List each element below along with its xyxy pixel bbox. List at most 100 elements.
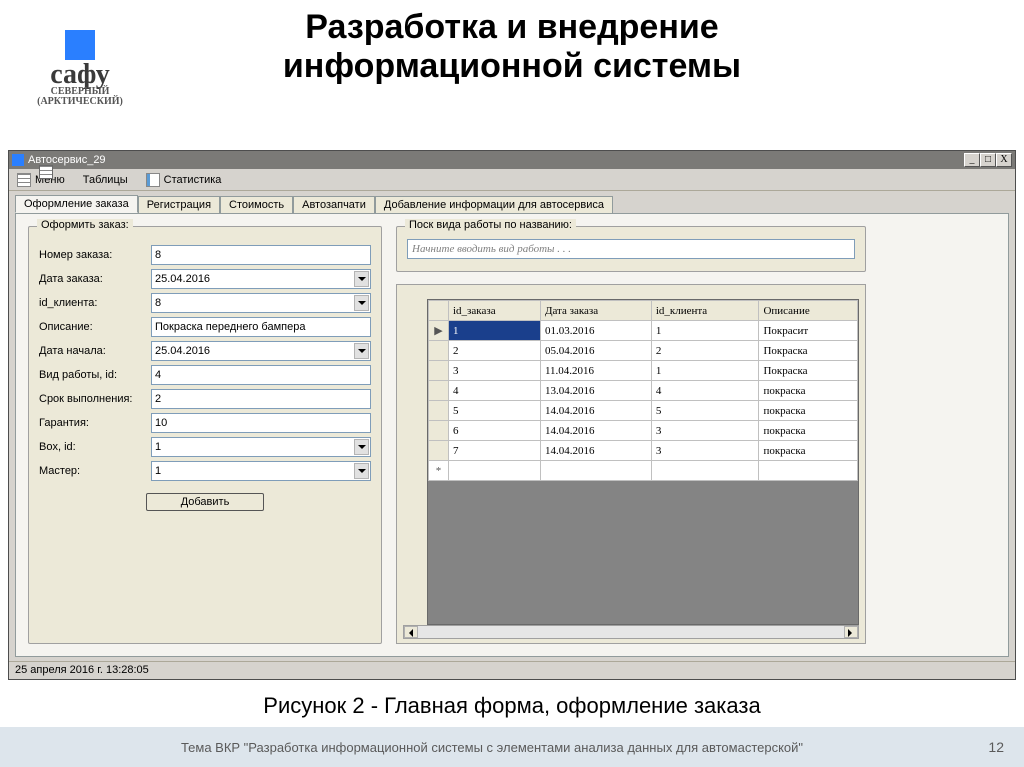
- search-input[interactable]: Начните вводить вид работы . . .: [407, 239, 855, 259]
- text-field[interactable]: 8: [151, 245, 371, 265]
- cell[interactable]: покраска: [759, 381, 858, 401]
- table-row[interactable]: 514.04.20165покраска: [429, 401, 858, 421]
- table-row[interactable]: 311.04.20161Покраска: [429, 361, 858, 381]
- text-field[interactable]: 8: [151, 293, 371, 313]
- cell[interactable]: 3: [651, 421, 759, 441]
- cell[interactable]: 14.04.2016: [540, 421, 651, 441]
- window-control-group: _ □ X: [964, 153, 1012, 167]
- column-header[interactable]: Описание: [759, 301, 858, 321]
- table-row[interactable]: 413.04.20164покраска: [429, 381, 858, 401]
- text-field[interactable]: 4: [151, 365, 371, 385]
- cell[interactable]: 6: [449, 421, 541, 441]
- chevron-down-icon[interactable]: [354, 439, 369, 455]
- logo-brand: сафу: [30, 62, 130, 87]
- cell[interactable]: 1: [651, 321, 759, 341]
- statusbar: 25 апреля 2016 г. 13:28:05: [9, 661, 1015, 679]
- cell[interactable]: 05.04.2016: [540, 341, 651, 361]
- cell[interactable]: 1: [651, 361, 759, 381]
- titlebar[interactable]: Автосервис_29 _ □ X: [9, 151, 1015, 169]
- chevron-down-icon[interactable]: [354, 295, 369, 311]
- cell[interactable]: [540, 461, 651, 481]
- close-button[interactable]: X: [996, 153, 1012, 167]
- orders-grid[interactable]: id_заказаДата заказаid_клиентаОписание▶1…: [427, 299, 859, 625]
- cell[interactable]: 7: [449, 441, 541, 461]
- title-line2: информационной системы: [283, 47, 741, 85]
- table-row[interactable]: 714.04.20163покраска: [429, 441, 858, 461]
- field-value: 25.04.2016: [155, 345, 210, 357]
- cell[interactable]: 01.03.2016: [540, 321, 651, 341]
- cell[interactable]: 2: [449, 341, 541, 361]
- text-field[interactable]: 25.04.2016: [151, 269, 371, 289]
- scroll-track[interactable]: [418, 626, 844, 638]
- row-marker[interactable]: [429, 441, 449, 461]
- chevron-down-icon[interactable]: [354, 271, 369, 287]
- cell[interactable]: 14.04.2016: [540, 401, 651, 421]
- cell[interactable]: Покраска: [759, 341, 858, 361]
- scroll-right-icon[interactable]: [844, 626, 858, 638]
- field-value: 25.04.2016: [155, 273, 210, 285]
- menu-item-статистика[interactable]: Статистика: [142, 172, 226, 188]
- tab[interactable]: Стоимость: [220, 196, 293, 214]
- text-field[interactable]: 1: [151, 461, 371, 481]
- cell[interactable]: покраска: [759, 421, 858, 441]
- grid-horizontal-scrollbar[interactable]: [403, 625, 859, 639]
- cell[interactable]: Покраска: [759, 361, 858, 381]
- maximize-button[interactable]: □: [980, 153, 996, 167]
- field-label: Срок выполнения:: [39, 393, 151, 405]
- column-header[interactable]: id_заказа: [449, 301, 541, 321]
- row-marker[interactable]: [429, 341, 449, 361]
- table-row[interactable]: 614.04.20163покраска: [429, 421, 858, 441]
- menu-item-таблицы[interactable]: Таблицы: [79, 173, 132, 187]
- cell[interactable]: 2: [651, 341, 759, 361]
- row-marker[interactable]: [429, 401, 449, 421]
- cell[interactable]: 5: [651, 401, 759, 421]
- table-row[interactable]: ▶101.03.20161Покрасит: [429, 321, 858, 341]
- add-order-button[interactable]: Добавить: [146, 493, 265, 511]
- tab[interactable]: Оформление заказа: [15, 195, 138, 213]
- new-row[interactable]: *: [429, 461, 858, 481]
- chevron-down-icon[interactable]: [354, 343, 369, 359]
- text-field[interactable]: 25.04.2016: [151, 341, 371, 361]
- grid-icon: [39, 165, 53, 179]
- cell[interactable]: [449, 461, 541, 481]
- row-marker[interactable]: [429, 361, 449, 381]
- text-field[interactable]: 10: [151, 413, 371, 433]
- cell[interactable]: Покрасит: [759, 321, 858, 341]
- table-row[interactable]: 205.04.20162Покраска: [429, 341, 858, 361]
- cell[interactable]: покраска: [759, 441, 858, 461]
- text-field[interactable]: Покраска переднего бампера: [151, 317, 371, 337]
- minimize-button[interactable]: _: [964, 153, 980, 167]
- cell[interactable]: 3: [449, 361, 541, 381]
- cell[interactable]: [759, 461, 858, 481]
- cell[interactable]: 11.04.2016: [540, 361, 651, 381]
- field-label: Описание:: [39, 321, 151, 333]
- text-field[interactable]: 2: [151, 389, 371, 409]
- column-header[interactable]: id_клиента: [651, 301, 759, 321]
- field-value: 10: [155, 417, 167, 429]
- field-value: 1: [155, 441, 161, 453]
- cell[interactable]: 3: [651, 441, 759, 461]
- cell[interactable]: 5: [449, 401, 541, 421]
- cell[interactable]: покраска: [759, 401, 858, 421]
- column-header[interactable]: Дата заказа: [540, 301, 651, 321]
- order-form-legend: Оформить заказ:: [37, 219, 133, 231]
- cell[interactable]: [651, 461, 759, 481]
- column-header[interactable]: [429, 301, 449, 321]
- cell[interactable]: 1: [449, 321, 541, 341]
- row-marker[interactable]: [429, 421, 449, 441]
- tab[interactable]: Добавление информации для автосервиса: [375, 196, 613, 214]
- cell[interactable]: 13.04.2016: [540, 381, 651, 401]
- cell[interactable]: 4: [651, 381, 759, 401]
- new-row-marker[interactable]: *: [429, 461, 449, 481]
- scroll-left-icon[interactable]: [404, 626, 418, 638]
- cell[interactable]: 4: [449, 381, 541, 401]
- tab[interactable]: Автозапчати: [293, 196, 375, 214]
- row-marker[interactable]: ▶: [429, 321, 449, 341]
- tab[interactable]: Регистрация: [138, 196, 220, 214]
- text-field[interactable]: 1: [151, 437, 371, 457]
- chevron-down-icon[interactable]: [354, 463, 369, 479]
- field-label: id_клиента:: [39, 297, 151, 309]
- cell[interactable]: 14.04.2016: [540, 441, 651, 461]
- menu-label: Таблицы: [83, 174, 128, 186]
- row-marker[interactable]: [429, 381, 449, 401]
